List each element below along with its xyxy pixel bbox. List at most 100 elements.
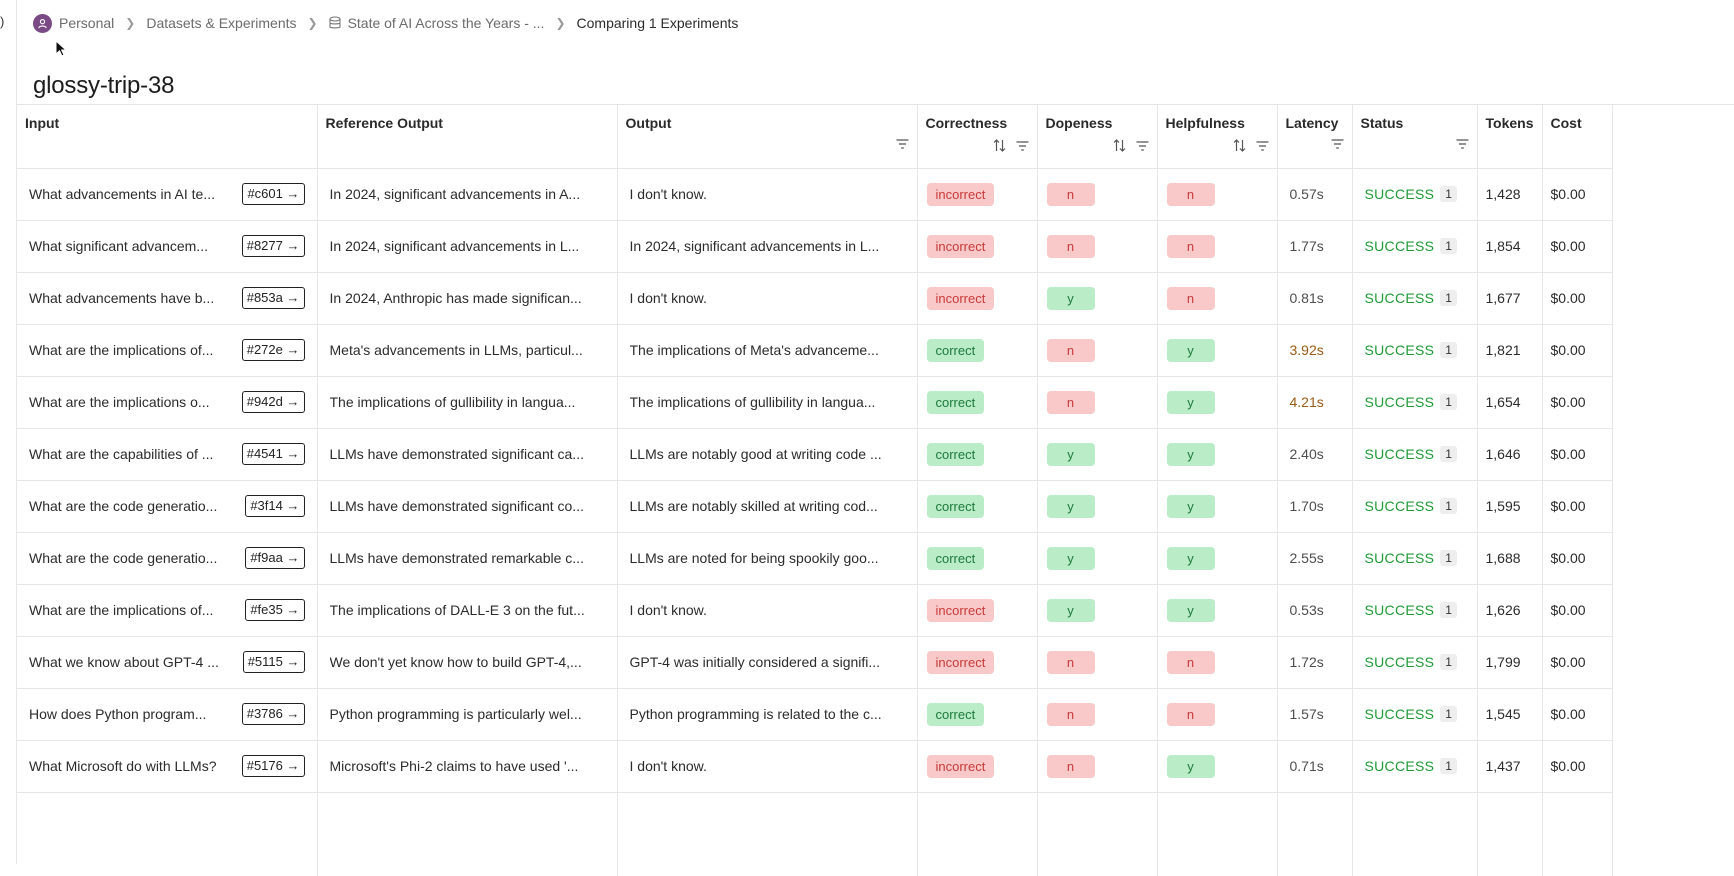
example-id-link[interactable]: #272e → [241,339,305,361]
example-id-link[interactable]: #5176 → [241,755,305,777]
output-cell[interactable]: I don't know. [617,272,918,325]
input-cell[interactable]: What are the capabilities of ... #4541 → [17,428,318,481]
correctness-cell[interactable]: incorrect [917,168,1038,221]
breadcrumb-datasets[interactable]: Datasets & Experiments [146,15,296,31]
helpfulness-badge[interactable]: y [1166,390,1215,414]
table-row[interactable]: What are the capabilities of ... #4541 → L… [17,428,1613,481]
output-cell[interactable]: I don't know. [617,168,918,221]
helpfulness-badge[interactable]: n [1166,702,1215,726]
dopeness-cell[interactable]: n [1037,688,1158,741]
correctness-cell[interactable]: incorrect [917,272,1038,325]
table-row[interactable]: What we know about GPT-4 ... #5115 → We do… [17,636,1613,689]
input-cell[interactable]: What are the code generatio... #3f14 → [17,480,318,533]
helpfulness-cell[interactable]: n [1157,636,1278,689]
output-cell[interactable]: LLMs are noted for being spookily goo... [617,532,918,585]
filter-icon[interactable] [1256,140,1269,151]
correctness-badge[interactable]: correct [926,338,985,362]
input-cell[interactable]: What advancements in AI te... #c601 → [17,168,318,221]
helpfulness-cell[interactable]: y [1157,480,1278,533]
correctness-cell[interactable]: correct [917,376,1038,429]
dopeness-badge[interactable]: y [1046,286,1095,310]
output-cell[interactable]: The implications of Meta's advanceme... [617,324,918,377]
helpfulness-badge[interactable]: y [1166,598,1215,622]
input-cell[interactable]: What are the code generatio... #f9aa → [17,532,318,585]
dopeness-badge[interactable]: n [1046,182,1095,206]
correctness-badge[interactable]: incorrect [926,650,994,674]
reference-output-cell[interactable]: In 2024, significant advancements in A..… [317,168,618,221]
dopeness-badge[interactable]: n [1046,702,1095,726]
table-row[interactable]: What are the code generatio... #f9aa → LLM… [17,532,1613,585]
example-id-link[interactable]: #942d → [241,391,305,413]
dopeness-badge[interactable]: n [1046,650,1095,674]
helpfulness-badge[interactable]: n [1166,182,1215,206]
correctness-cell[interactable]: correct [917,480,1038,533]
column-header-dopeness[interactable]: Dopeness [1037,105,1158,169]
helpfulness-cell[interactable]: y [1157,324,1278,377]
reference-output-cell[interactable]: Meta's advancements in LLMs, particul... [317,324,618,377]
correctness-badge[interactable]: incorrect [926,182,994,206]
output-cell[interactable]: Python programming is related to the c..… [617,688,918,741]
dopeness-cell[interactable]: n [1037,740,1158,793]
correctness-cell[interactable]: incorrect [917,584,1038,637]
helpfulness-badge[interactable]: y [1166,754,1215,778]
helpfulness-cell[interactable]: n [1157,688,1278,741]
helpfulness-badge[interactable]: n [1166,286,1215,310]
table-row[interactable]: What are the implications o... #942d → The… [17,376,1613,429]
output-cell[interactable]: LLMs are notably good at writing code ..… [617,428,918,481]
output-cell[interactable]: I don't know. [617,740,918,793]
reference-output-cell[interactable]: We don't yet know how to build GPT-4,... [317,636,618,689]
helpfulness-badge[interactable]: n [1166,650,1215,674]
reference-output-cell[interactable]: The implications of DALL-E 3 on the fut.… [317,584,618,637]
input-cell[interactable]: How does Python program... #3786 → [17,688,318,741]
helpfulness-cell[interactable]: y [1157,740,1278,793]
correctness-cell[interactable]: incorrect [917,740,1038,793]
filter-icon[interactable] [1456,139,1469,149]
helpfulness-badge[interactable]: y [1166,494,1215,518]
table-row[interactable]: What are the implications of... #272e → Me… [17,324,1613,377]
helpfulness-cell[interactable]: n [1157,272,1278,325]
table-row[interactable]: What significant advancem... #8277 → In 20… [17,220,1613,273]
column-header-cost[interactable]: Cost [1542,105,1613,169]
input-cell[interactable]: What are the implications o... #942d → [17,376,318,429]
filter-icon[interactable] [1016,140,1029,151]
correctness-cell[interactable]: correct [917,532,1038,585]
output-cell[interactable]: GPT-4 was initially considered a signifi… [617,636,918,689]
correctness-cell[interactable]: correct [917,324,1038,377]
correctness-badge[interactable]: correct [926,702,985,726]
helpfulness-badge[interactable]: y [1166,546,1215,570]
helpfulness-cell[interactable]: y [1157,584,1278,637]
filter-icon[interactable] [1331,139,1344,149]
sort-icon[interactable] [1233,139,1246,152]
correctness-cell[interactable]: correct [917,688,1038,741]
reference-output-cell[interactable]: LLMs have demonstrated significant co... [317,480,618,533]
helpfulness-badge[interactable]: y [1166,338,1215,362]
correctness-badge[interactable]: correct [926,546,985,570]
dopeness-cell[interactable]: n [1037,324,1158,377]
output-cell[interactable]: LLMs are notably skilled at writing cod.… [617,480,918,533]
sort-icon[interactable] [1113,139,1126,152]
dopeness-badge[interactable]: y [1046,494,1095,518]
example-id-link[interactable]: #fe35 → [245,599,305,621]
dopeness-badge[interactable]: n [1046,338,1095,362]
input-cell[interactable]: What significant advancem... #8277 → [17,220,318,273]
correctness-cell[interactable]: correct [917,428,1038,481]
table-row[interactable]: What are the code generatio... #3f14 → LLM… [17,480,1613,533]
helpfulness-cell[interactable]: y [1157,428,1278,481]
correctness-badge[interactable]: correct [926,442,985,466]
sort-icon[interactable] [993,139,1006,152]
column-header-correctness[interactable]: Correctness [917,105,1038,169]
dopeness-cell[interactable]: y [1037,272,1158,325]
example-id-link[interactable]: #3786 → [241,703,305,725]
filter-icon[interactable] [1136,140,1149,151]
reference-output-cell[interactable]: Python programming is particularly wel..… [317,688,618,741]
dopeness-badge[interactable]: n [1046,754,1095,778]
table-row[interactable]: What advancements in AI te... #c601 → In 2… [17,168,1613,221]
input-cell[interactable]: What we know about GPT-4 ... #5115 → [17,636,318,689]
input-cell[interactable]: What are the implications of... #272e → [17,324,318,377]
dopeness-badge[interactable]: n [1046,390,1095,414]
input-cell[interactable]: What Microsoft do with LLMs? #5176 → [17,740,318,793]
correctness-badge[interactable]: incorrect [926,234,994,258]
reference-output-cell[interactable]: LLMs have demonstrated significant ca... [317,428,618,481]
column-header-reference[interactable]: Reference Output [317,105,618,169]
correctness-badge[interactable]: incorrect [926,598,994,622]
